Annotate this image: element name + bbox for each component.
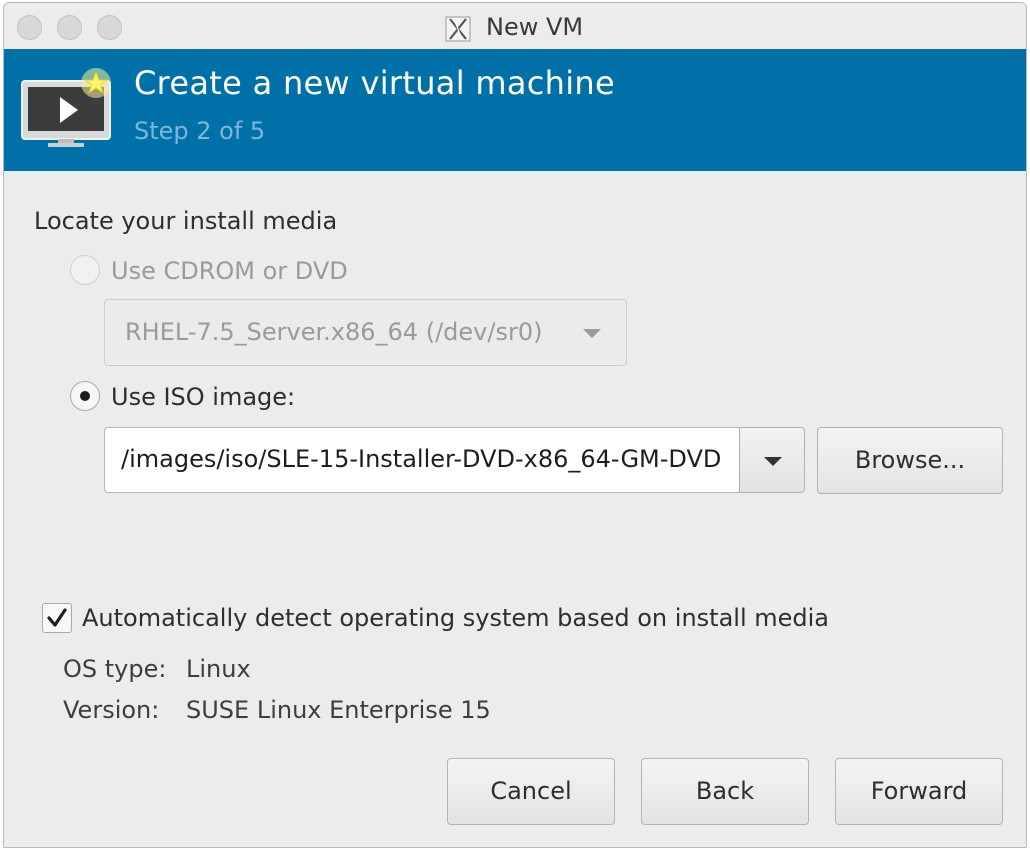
wizard-step-indicator: Step 2 of 5 — [134, 117, 266, 145]
cdrom-device-select[interactable]: RHEL-7.5_Server.x86_64 (/dev/sr0) — [104, 299, 627, 366]
window-title: New VM — [486, 13, 584, 41]
cdrom-radio[interactable] — [70, 255, 100, 285]
x11-app-icon — [445, 16, 471, 42]
title-bar: New VM — [4, 3, 1026, 49]
zoom-window-button[interactable] — [97, 15, 122, 40]
forward-button[interactable]: Forward — [835, 758, 1003, 825]
chevron-down-icon — [583, 329, 601, 338]
install-media-label: Locate your install media — [34, 207, 338, 235]
auto-detect-os-label: Automatically detect operating system ba… — [82, 604, 829, 632]
os-type-value: Linux — [186, 655, 251, 683]
browse-button[interactable]: Browse... — [817, 427, 1003, 494]
back-button[interactable]: Back — [641, 758, 809, 825]
cancel-button[interactable]: Cancel — [447, 758, 615, 825]
wizard-title: Create a new virtual machine — [134, 64, 615, 102]
close-window-button[interactable] — [17, 15, 42, 40]
os-type-key: OS type: — [63, 655, 167, 683]
checkmark-icon — [47, 608, 67, 627]
monitor-play-icon — [21, 68, 111, 147]
iso-path-input[interactable]: /images/iso/SLE-15-Installer-DVD-x86_64-… — [104, 427, 740, 493]
radio-selected-dot — [80, 391, 90, 401]
input-fade-edge — [724, 428, 740, 492]
auto-detect-os-checkbox[interactable] — [42, 603, 72, 633]
chevron-down-icon — [764, 457, 782, 466]
iso-path-value: /images/iso/SLE-15-Installer-DVD-x86_64-… — [121, 445, 740, 473]
iso-radio-label: Use ISO image: — [111, 383, 296, 411]
iso-radio[interactable] — [70, 381, 100, 411]
cdrom-radio-label: Use CDROM or DVD — [111, 257, 348, 285]
iso-history-dropdown-button[interactable] — [739, 427, 805, 493]
os-version-key: Version: — [63, 696, 160, 724]
wizard-header: Create a new virtual machine Step 2 of 5 — [4, 49, 1026, 171]
os-version-value: SUSE Linux Enterprise 15 — [186, 696, 491, 724]
cdrom-device-value: RHEL-7.5_Server.x86_64 (/dev/sr0) — [125, 318, 543, 346]
minimize-window-button[interactable] — [57, 15, 82, 40]
new-vm-window: New VM Create a new virtual machine Step… — [3, 2, 1027, 848]
